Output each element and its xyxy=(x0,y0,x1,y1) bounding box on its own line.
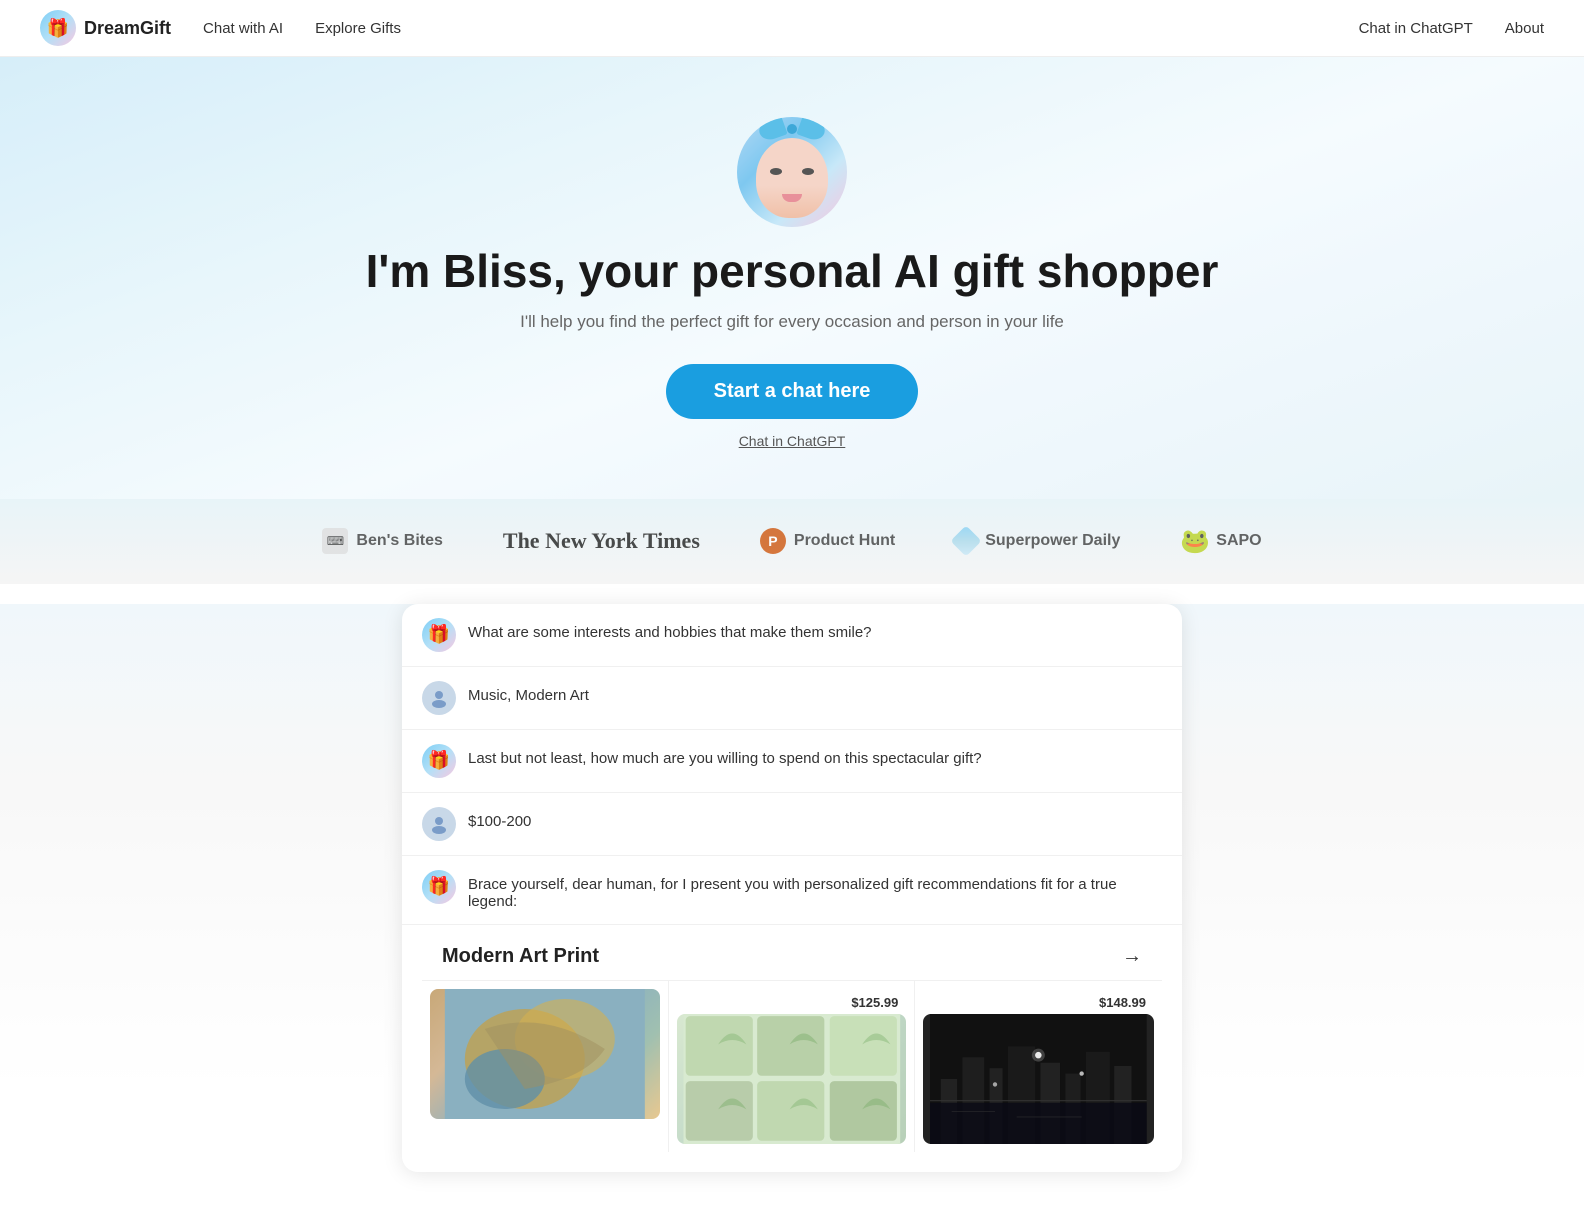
main-container: 🎁 What are some interests and hobbies th… xyxy=(192,604,1392,1172)
product-image-1 xyxy=(430,989,660,1119)
product-card-3: $148.99 xyxy=(915,981,1162,1152)
ai-avatar-2: 🎁 xyxy=(422,744,456,778)
sapo-label: SAPO xyxy=(1216,532,1261,550)
product-header: Modern Art Print → xyxy=(422,925,1162,981)
chat-text-user-1: Music, Modern Art xyxy=(468,681,589,704)
hero-headline: I'm Bliss, your personal AI gift shopper xyxy=(20,245,1564,298)
chat-messages: 🎁 What are some interests and hobbies th… xyxy=(402,604,1182,925)
nav-right: Chat in ChatGPT About xyxy=(1359,20,1544,37)
logo-bens-bites: ⌨ Ben's Bites xyxy=(322,528,443,554)
nyt-label: The New York Times xyxy=(503,528,700,554)
sapo-icon: 🐸 xyxy=(1180,527,1210,556)
chat-row-ai-1: 🎁 What are some interests and hobbies th… xyxy=(402,604,1182,667)
product-card-2: $125.99 xyxy=(669,981,916,1152)
hero-section: I'm Bliss, your personal AI gift shopper… xyxy=(0,57,1584,499)
below-hero: 🎁 What are some interests and hobbies th… xyxy=(0,604,1584,1212)
product-grid: $150.80 xyxy=(422,981,1162,1152)
logos-bar: ⌨ Ben's Bites The New York Times P Produ… xyxy=(0,499,1584,584)
chat-text-ai-3: Brace yourself, dear human, for I presen… xyxy=(468,870,1162,910)
chat-text-user-2: $100-200 xyxy=(468,807,531,830)
chat-demo: 🎁 What are some interests and hobbies th… xyxy=(402,604,1182,1172)
product-title: Modern Art Print xyxy=(442,945,599,968)
brand-logo[interactable]: 🎁 DreamGift xyxy=(40,10,171,46)
product-hunt-label: Product Hunt xyxy=(794,532,895,550)
price-top-3: $148.99 xyxy=(923,989,1154,1014)
product-image-3 xyxy=(923,1014,1154,1144)
logo-nyt: The New York Times xyxy=(503,528,700,554)
logo-superpower-daily: Superpower Daily xyxy=(955,530,1120,552)
nav-chat-chatgpt[interactable]: Chat in ChatGPT xyxy=(1359,20,1473,37)
navbar: 🎁 DreamGift Chat with AI Explore Gifts C… xyxy=(0,0,1584,57)
product-arrow-button[interactable]: → xyxy=(1122,945,1142,968)
product-hunt-icon: P xyxy=(760,528,786,554)
hero-avatar xyxy=(737,117,847,227)
price-top-2: $125.99 xyxy=(677,989,907,1014)
logo-sapo: 🐸 SAPO xyxy=(1180,527,1261,556)
hero-subtext: I'll help you find the perfect gift for … xyxy=(20,312,1564,332)
product-card-1: $150.80 xyxy=(422,981,669,1152)
bens-bites-icon: ⌨ xyxy=(322,528,348,554)
logo-icon: 🎁 xyxy=(40,10,76,46)
logo-product-hunt: P Product Hunt xyxy=(760,528,895,554)
chat-row-ai-3: 🎁 Brace yourself, dear human, for I pres… xyxy=(402,856,1182,925)
product-section: Modern Art Print → $150.80 xyxy=(402,925,1182,1172)
user-avatar-1 xyxy=(422,681,456,715)
superpower-daily-label: Superpower Daily xyxy=(985,532,1120,550)
chatgpt-link[interactable]: Chat in ChatGPT xyxy=(20,433,1564,449)
chat-row-ai-2: 🎁 Last but not least, how much are you w… xyxy=(402,730,1182,793)
chat-row-user-2: $100-200 xyxy=(402,793,1182,856)
ai-avatar-3: 🎁 xyxy=(422,870,456,904)
brand-name: DreamGift xyxy=(84,18,171,39)
bens-bites-label: Ben's Bites xyxy=(356,532,443,550)
nav-explore-gifts[interactable]: Explore Gifts xyxy=(315,20,401,37)
superpower-daily-icon xyxy=(951,526,982,557)
chat-row-user-1: Music, Modern Art xyxy=(402,667,1182,730)
product-image-2 xyxy=(677,1014,907,1144)
nav-about[interactable]: About xyxy=(1505,20,1544,37)
nav-left: 🎁 DreamGift Chat with AI Explore Gifts xyxy=(40,10,401,46)
chat-text-ai-1: What are some interests and hobbies that… xyxy=(468,618,872,641)
ai-avatar-1: 🎁 xyxy=(422,618,456,652)
user-avatar-2 xyxy=(422,807,456,841)
chat-text-ai-2: Last but not least, how much are you wil… xyxy=(468,744,982,767)
nav-chat-ai[interactable]: Chat with AI xyxy=(203,20,283,37)
start-chat-button[interactable]: Start a chat here xyxy=(666,364,919,419)
